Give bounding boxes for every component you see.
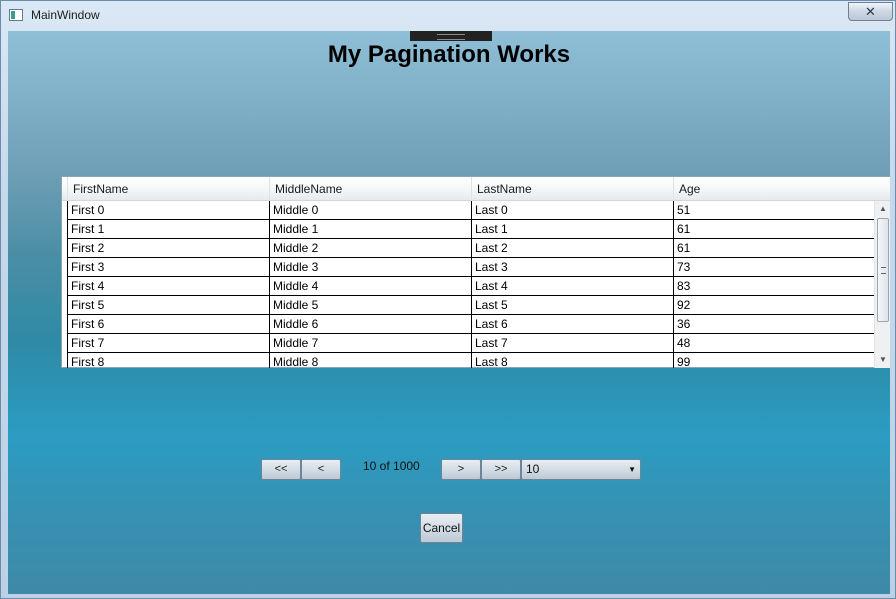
table-row[interactable]: First 8 Middle 8 Last 8 99: [67, 353, 875, 368]
column-header-firstname[interactable]: FirstName: [67, 177, 269, 201]
app-icon[interactable]: [9, 9, 23, 21]
cell-age[interactable]: 61: [673, 239, 875, 257]
cell-middlename[interactable]: Middle 8: [269, 353, 471, 368]
data-grid[interactable]: FirstName MiddleName LastName Age First …: [61, 176, 890, 368]
table-row[interactable]: First 7 Middle 7 Last 7 48: [67, 334, 875, 353]
cell-firstname[interactable]: First 0: [67, 201, 269, 219]
previous-page-button[interactable]: <: [301, 459, 341, 480]
cell-age[interactable]: 99: [673, 353, 875, 368]
cell-age[interactable]: 83: [673, 277, 875, 295]
cell-lastname[interactable]: Last 7: [471, 334, 673, 352]
page-size-value: 10: [526, 462, 540, 476]
table-row[interactable]: First 6 Middle 6 Last 6 36: [67, 315, 875, 334]
cell-firstname[interactable]: First 7: [67, 334, 269, 352]
cell-age[interactable]: 73: [673, 258, 875, 276]
cell-lastname[interactable]: Last 2: [471, 239, 673, 257]
cell-lastname[interactable]: Last 6: [471, 315, 673, 333]
cell-lastname[interactable]: Last 1: [471, 220, 673, 238]
scroll-thumb[interactable]: [877, 218, 889, 322]
cancel-button[interactable]: Cancel: [420, 513, 463, 543]
cell-lastname[interactable]: Last 4: [471, 277, 673, 295]
cell-age[interactable]: 36: [673, 315, 875, 333]
table-row[interactable]: First 3 Middle 3 Last 3 73: [67, 258, 875, 277]
cell-middlename[interactable]: Middle 5: [269, 296, 471, 314]
cell-firstname[interactable]: First 3: [67, 258, 269, 276]
scroll-up-icon[interactable]: ▲: [875, 201, 890, 217]
chevron-down-icon[interactable]: ▼: [628, 460, 636, 479]
table-row[interactable]: First 0 Middle 0 Last 0 51: [67, 201, 875, 220]
cell-firstname[interactable]: First 1: [67, 220, 269, 238]
cell-firstname[interactable]: First 2: [67, 239, 269, 257]
grid-header: FirstName MiddleName LastName Age: [62, 177, 890, 201]
cell-age[interactable]: 92: [673, 296, 875, 314]
scroll-down-icon[interactable]: ▼: [875, 352, 890, 368]
cell-middlename[interactable]: Middle 3: [269, 258, 471, 276]
page-size-select[interactable]: 10 ▼: [521, 459, 641, 480]
table-row[interactable]: First 1 Middle 1 Last 1 61: [67, 220, 875, 239]
column-header-age[interactable]: Age: [673, 177, 875, 201]
vertical-scrollbar[interactable]: ▲ ▼: [874, 201, 890, 368]
cell-firstname[interactable]: First 6: [67, 315, 269, 333]
client-area: My Pagination Works FirstName MiddleName…: [8, 31, 890, 594]
close-button[interactable]: ✕: [848, 2, 893, 21]
cell-middlename[interactable]: Middle 2: [269, 239, 471, 257]
cell-age[interactable]: 61: [673, 220, 875, 238]
cell-age[interactable]: 48: [673, 334, 875, 352]
first-page-button[interactable]: <<: [261, 459, 301, 480]
last-page-button[interactable]: >>: [481, 459, 521, 480]
cell-lastname[interactable]: Last 3: [471, 258, 673, 276]
close-icon: ✕: [865, 3, 876, 19]
main-window: MainWindow ✕ My Pagination Works FirstNa…: [0, 0, 896, 599]
next-page-button[interactable]: >: [441, 459, 481, 480]
cell-middlename[interactable]: Middle 6: [269, 315, 471, 333]
cell-lastname[interactable]: Last 0: [471, 201, 673, 219]
grid-body: First 0 Middle 0 Last 0 51 First 1 Middl…: [67, 201, 875, 368]
cell-firstname[interactable]: First 5: [67, 296, 269, 314]
cell-middlename[interactable]: Middle 7: [269, 334, 471, 352]
cell-middlename[interactable]: Middle 1: [269, 220, 471, 238]
table-row[interactable]: First 2 Middle 2 Last 2 61: [67, 239, 875, 258]
page-title: My Pagination Works: [327, 41, 571, 68]
title-bar[interactable]: MainWindow ✕: [1, 1, 896, 31]
cell-middlename[interactable]: Middle 0: [269, 201, 471, 219]
cell-firstname[interactable]: First 8: [67, 353, 269, 368]
cell-middlename[interactable]: Middle 4: [269, 277, 471, 295]
table-row[interactable]: First 5 Middle 5 Last 5 92: [67, 296, 875, 315]
column-header-lastname[interactable]: LastName: [471, 177, 673, 201]
page-status: 10 of 1000: [363, 459, 420, 473]
column-header-middlename[interactable]: MiddleName: [269, 177, 471, 201]
cell-age[interactable]: 51: [673, 201, 875, 219]
table-row[interactable]: First 4 Middle 4 Last 4 83: [67, 277, 875, 296]
cell-lastname[interactable]: Last 8: [471, 353, 673, 368]
cell-lastname[interactable]: Last 5: [471, 296, 673, 314]
window-title: MainWindow: [31, 8, 100, 22]
grip-handle[interactable]: [410, 31, 492, 41]
cell-firstname[interactable]: First 4: [67, 277, 269, 295]
